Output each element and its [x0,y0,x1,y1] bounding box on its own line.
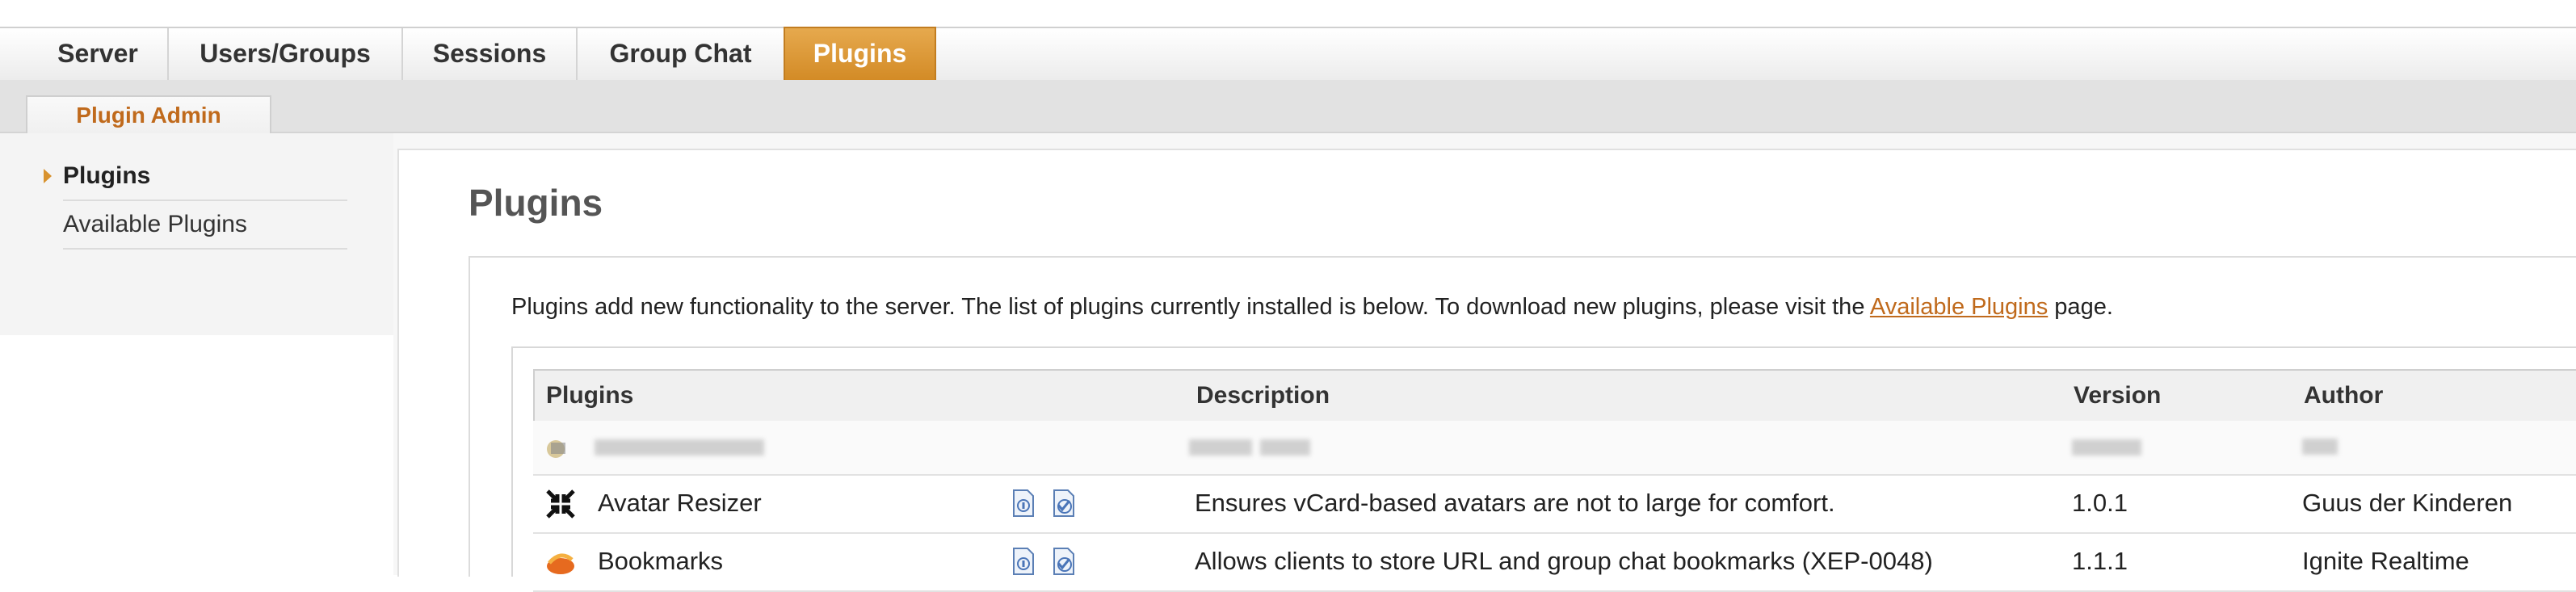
tab-group-chat[interactable]: Group Chat [578,28,785,80]
sidebar-item-available-plugins[interactable]: Available Plugins [63,201,347,250]
changelog-icon[interactable] [1052,489,1076,518]
header-description[interactable]: Description [1196,371,1330,421]
table-row[interactable]: Bookmarks Allows clients to store URL an… [533,534,2576,592]
sub-tab-bar: Plugin Admin [0,80,2576,133]
changelog-icon[interactable] [1052,547,1076,576]
tab-plugin-admin[interactable]: Plugin Admin [26,95,271,133]
plugin-icon [547,440,565,458]
plugin-version: 1.0.1 [2072,489,2128,517]
redacted-name [595,439,764,456]
available-plugins-link[interactable]: Available Plugins [1870,294,2048,320]
redacted-version [2072,439,2141,456]
main-tab-bar: Server Users/Groups Sessions Group Chat … [0,27,2576,82]
intro-text-end: page. [2048,294,2113,320]
caret-right-icon [44,169,52,183]
tab-server[interactable]: Server [28,28,169,80]
table-row[interactable] [533,421,2576,476]
table-header: Plugins Description Version Author [533,369,2576,422]
plugin-name: Avatar Resizer [598,489,762,517]
redacted-author [2302,439,2338,455]
plugin-author: Ignite Realtime [2302,547,2469,575]
bookmarks-icon [547,553,574,574]
avatar-resizer-icon [546,489,575,519]
sidebar-item-plugins[interactable]: Plugins [44,153,347,201]
sidebar-item-label: Available Plugins [63,211,247,237]
plugin-author: Guus der Kinderen [2302,489,2513,517]
readme-icon[interactable] [1011,547,1036,576]
sidebar-item-label: Plugins [63,162,151,189]
table-row[interactable]: Avatar Resizer Ensures vCard-based avata… [533,476,2576,534]
sidebar: Plugins Available Plugins [0,133,395,283]
plugin-name: Bookmarks [598,547,724,575]
sidebar-background [0,282,404,335]
tab-plugins[interactable]: Plugins [784,27,936,82]
intro-text-start: Plugins add new functionality to the ser… [511,294,1870,320]
redacted-description [1260,439,1310,456]
header-author[interactable]: Author [2304,371,2383,421]
plugin-description: Ensures vCard-based avatars are not to l… [1195,489,1835,517]
intro-text: Plugins add new functionality to the ser… [511,294,2113,321]
plugin-description: Allows clients to store URL and group ch… [1195,547,1933,575]
plugin-version: 1.1.1 [2072,547,2128,575]
tab-users-groups[interactable]: Users/Groups [169,28,403,80]
header-plugins[interactable]: Plugins [546,371,633,421]
page-title: Plugins [469,182,603,224]
tab-sessions[interactable]: Sessions [403,28,578,80]
readme-icon[interactable] [1011,489,1036,518]
header-version[interactable]: Version [2074,371,2161,421]
redacted-description [1189,439,1252,456]
